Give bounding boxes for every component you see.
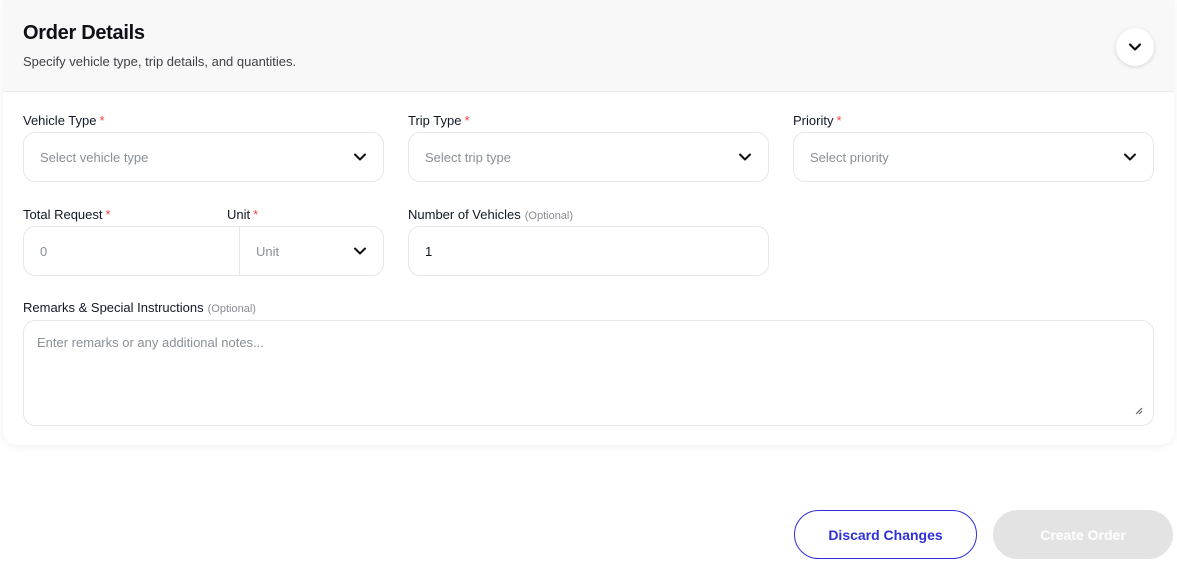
remarks-textarea[interactable]: Enter remarks or any additional notes... — [23, 320, 1154, 426]
vehicle-type-label: Vehicle Type * — [23, 113, 105, 128]
chevron-down-icon — [739, 153, 751, 161]
number-of-vehicles-label: Number of Vehicles (Optional) — [408, 207, 574, 222]
required-mark: * — [105, 207, 111, 222]
collapse-toggle-button[interactable] — [1116, 28, 1154, 66]
required-mark: * — [99, 113, 105, 128]
required-mark: * — [836, 113, 842, 128]
unit-label: Unit * — [227, 207, 259, 222]
remarks-label: Remarks & Special Instructions (Optional) — [23, 300, 256, 315]
resize-handle-icon[interactable] — [1135, 407, 1143, 415]
unit-select[interactable]: Unit — [239, 226, 384, 276]
trip-type-select[interactable]: Select trip type — [408, 132, 769, 182]
order-details-card: Order Details Specify vehicle type, trip… — [3, 0, 1174, 445]
chevron-down-icon — [354, 153, 366, 161]
number-of-vehicles-input[interactable]: 1 — [408, 226, 769, 276]
priority-select[interactable]: Select priority — [793, 132, 1154, 182]
total-request-input[interactable]: 0 — [23, 226, 240, 276]
optional-tag: (Optional) — [207, 303, 256, 315]
chevron-down-icon — [1124, 153, 1136, 161]
discard-changes-button[interactable]: Discard Changes — [794, 510, 977, 559]
required-mark: * — [464, 113, 470, 128]
optional-tag: (Optional) — [524, 210, 574, 222]
total-request-label: Total Request * — [23, 207, 111, 222]
chevron-down-icon — [1128, 43, 1142, 51]
vehicle-type-select[interactable]: Select vehicle type — [23, 132, 384, 182]
chevron-down-icon — [354, 247, 366, 255]
priority-label: Priority * — [793, 113, 842, 128]
page-subtitle: Specify vehicle type, trip details, and … — [23, 54, 297, 69]
required-mark: * — [253, 207, 259, 222]
trip-type-label: Trip Type * — [408, 113, 470, 128]
create-order-button[interactable]: Create Order — [993, 510, 1173, 559]
page-title: Order Details — [23, 22, 145, 44]
card-header: Order Details Specify vehicle type, trip… — [3, 0, 1174, 92]
